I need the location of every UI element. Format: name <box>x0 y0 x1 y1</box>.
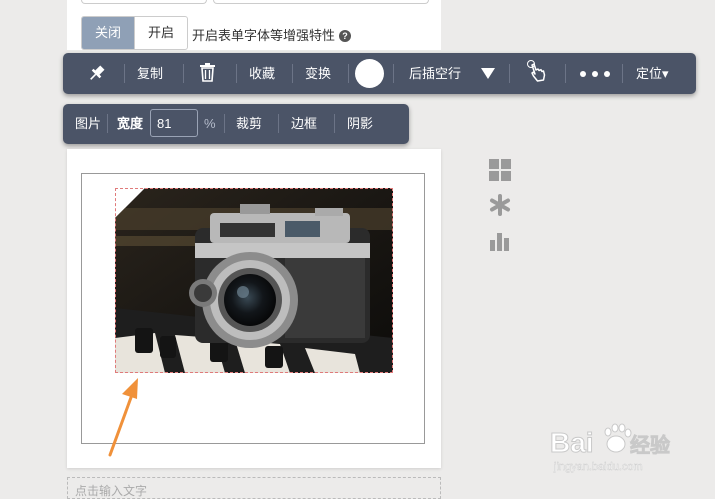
border-button[interactable]: 边框 <box>291 104 317 144</box>
trash-icon[interactable] <box>199 53 216 94</box>
insert-blank-after-button[interactable]: 后插空行 <box>409 53 461 94</box>
watermark-brand2: 经验 <box>630 433 670 457</box>
asterisk-icon[interactable] <box>489 194 511 216</box>
toggle-on-button[interactable]: 开启 <box>134 17 187 49</box>
pin-icon[interactable] <box>87 53 105 94</box>
toolbar-divider <box>236 64 237 83</box>
toolbar-divider <box>509 64 510 83</box>
toolbar-divider <box>348 64 349 83</box>
toolbar-divider <box>183 64 184 83</box>
enhance-toggle: 关闭 开启 <box>81 16 188 50</box>
width-input[interactable] <box>150 109 198 137</box>
element-toolbar: 复制 收藏 变换 后插空行 定位▾ <box>63 53 696 94</box>
triangle-down-icon[interactable] <box>481 68 495 79</box>
enhance-description-text: 开启表单字体等增强特性 <box>192 28 336 43</box>
image-label: 图片 <box>75 116 102 131</box>
transform-button[interactable]: 变换 <box>305 53 331 94</box>
top-field-right[interactable] <box>213 0 429 4</box>
image-selection-outline <box>115 188 393 373</box>
toolbar-divider <box>393 64 394 83</box>
grid-icon[interactable] <box>489 159 511 181</box>
toolbar-divider <box>107 114 108 133</box>
favorite-button[interactable]: 收藏 <box>249 53 275 94</box>
image-toolbar: 图片 宽度 % 裁剪 边框 阴影 <box>63 104 409 144</box>
bar-chart-icon[interactable] <box>489 230 511 252</box>
crop-button[interactable]: 裁剪 <box>236 104 262 144</box>
width-unit: % <box>204 116 216 131</box>
shadow-button[interactable]: 阴影 <box>347 104 373 144</box>
orange-arrow-annotation <box>108 378 138 457</box>
top-field-left[interactable] <box>81 0 207 4</box>
toolbar-divider <box>292 64 293 83</box>
more-dots-icon[interactable] <box>580 53 610 94</box>
enhance-description: 开启表单字体等增强特性? <box>192 25 352 44</box>
watermark-url: jingyan.baidu.com <box>553 461 643 473</box>
color-picker-circle[interactable] <box>355 59 384 88</box>
baidu-jingyan-watermark: Bai 经验 jingyan.baidu.com <box>550 418 680 478</box>
text-input-area[interactable]: 点击输入文字 <box>67 477 441 499</box>
width-label: 宽度 <box>117 116 144 131</box>
toolbar-divider <box>622 64 623 83</box>
toolbar-divider <box>565 64 566 83</box>
toolbar-divider <box>278 114 279 133</box>
copy-button[interactable]: 复制 <box>137 53 163 94</box>
toggle-off-button[interactable]: 关闭 <box>82 17 134 49</box>
toolbar-divider <box>124 64 125 83</box>
help-icon[interactable]: ? <box>339 30 352 42</box>
position-dropdown[interactable]: 定位▾ <box>636 53 669 94</box>
watermark-brand: Bai <box>550 427 594 458</box>
toolbar-divider <box>224 114 225 133</box>
toolbar-divider <box>334 114 335 133</box>
pointer-hand-icon[interactable] <box>526 53 546 94</box>
